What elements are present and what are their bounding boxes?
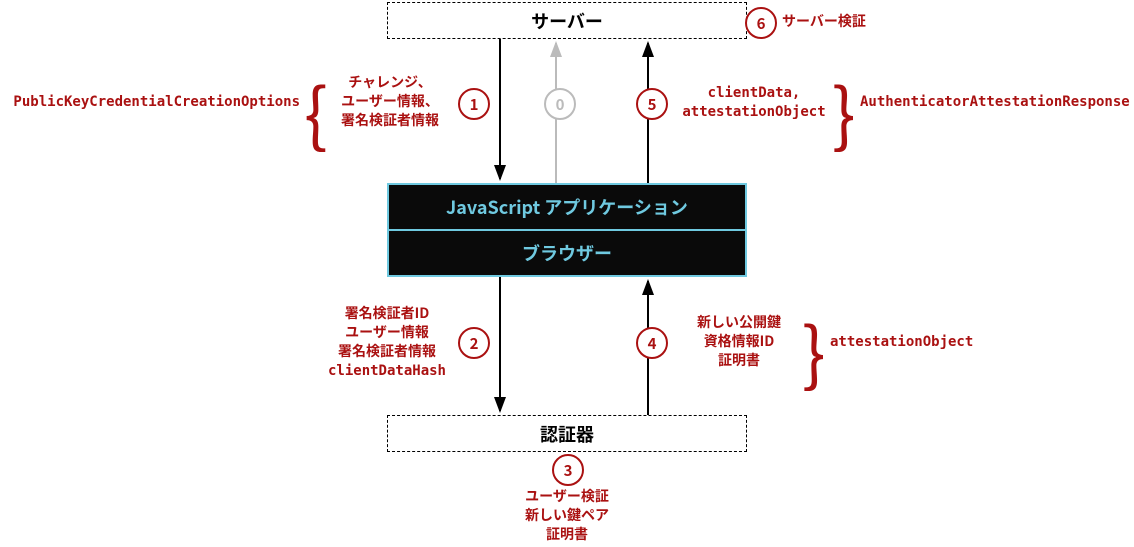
node-authenticator: 認証器 [387,415,747,452]
step-1-label: チャレンジ、 ユーザー情報、 署名検証者情報 [329,73,451,130]
node-server: サーバー [387,2,747,39]
step-4-badge: 4 [636,327,668,359]
node-authenticator-label: 認証器 [540,421,594,447]
step-1-code-label: PublicKeyCredentialCreationOptions [0,93,300,112]
node-js-app-label: JavaScript アプリケーション [446,194,688,220]
step-5-badge: 5 [636,88,668,120]
brace-right-top: } [832,60,856,161]
step-6-badge: 6 [745,7,777,39]
step-2-label: 署名検証者ID ユーザー情報 署名検証者情報 clientDataHash [322,304,452,381]
step-3-label: ユーザー検証 新しい鍵ペア 証明書 [506,487,628,544]
node-js-app: JavaScript アプリケーション [387,183,747,231]
node-server-label: サーバー [531,8,603,34]
node-browser-label: ブラウザー [522,240,612,266]
brace-left-top: { [304,60,328,161]
step-6-label: サーバー検証 [782,12,866,31]
step-5-code-label: AuthenticatorAttestationResponse [860,93,1130,112]
step-2-badge: 2 [458,327,490,359]
step-3-badge: 3 [552,454,584,486]
brace-right-mid: } [802,299,826,400]
node-browser: ブラウザー [387,231,747,277]
step-4-code-label: attestationObject [830,333,973,352]
step-1-badge: 1 [458,88,490,120]
step-5-label: clientData, attestationObject [678,84,830,122]
step-0-badge: 0 [544,88,576,120]
step-4-label: 新しい公開鍵 資格情報ID 証明書 [678,313,800,370]
